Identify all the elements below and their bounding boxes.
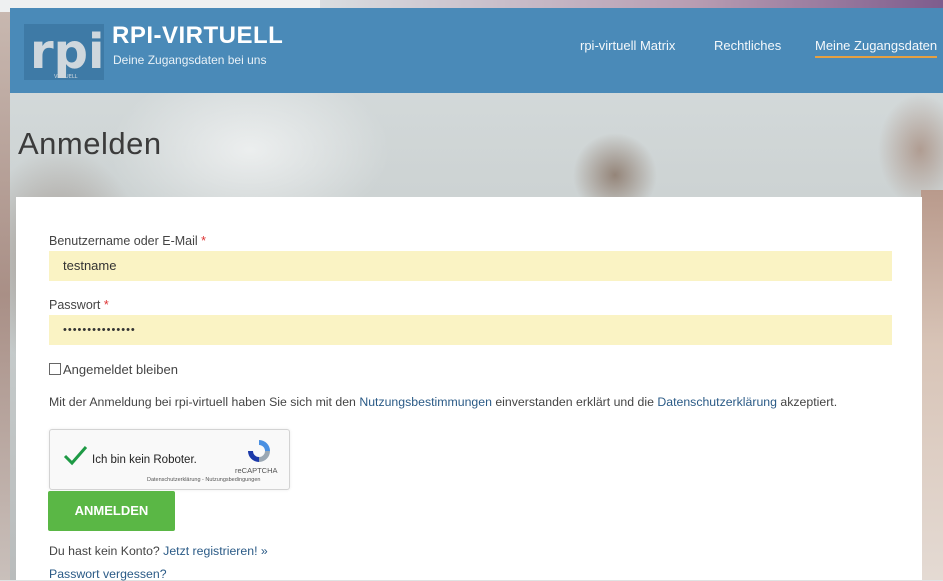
captcha-links[interactable]: Datenschutzerklärung - Nutzungsbedingung… [147, 477, 260, 483]
consent-text: Mit der Anmeldung bei rpi-virtuell haben… [49, 395, 837, 409]
required-mark: * [201, 234, 207, 248]
forgot-row: Passwort vergessen? [49, 567, 167, 581]
page-title: Anmelden [18, 126, 162, 161]
register-row: Du hast kein Konto? Jetzt registrieren! … [49, 544, 268, 558]
consent-middle: einverstanden erklärt und die [491, 395, 658, 409]
background-edge-right [921, 190, 943, 580]
username-label-text: Benutzername oder E-Mail [49, 234, 198, 248]
consent-suffix: akzeptiert. [776, 395, 838, 409]
register-link[interactable]: Jetzt registrieren! » [163, 544, 268, 558]
password-input[interactable]: ••••••••••••••• [49, 315, 892, 345]
login-form: Benutzername oder E-Mail * testname Pass… [16, 197, 922, 581]
remember-me[interactable]: Angemeldet bleiben [49, 362, 178, 377]
nav-item-meine-zugangsdaten[interactable]: Meine Zugangsdaten [815, 38, 938, 58]
captcha-label: Ich bin kein Roboter. [92, 454, 197, 466]
forgot-password-link[interactable]: Passwort vergessen? [49, 567, 167, 581]
recaptcha-logo-icon [248, 440, 270, 462]
nav-item-matrix[interactable]: rpi-virtuell Matrix [580, 38, 675, 53]
check-icon[interactable] [62, 442, 88, 468]
login-button[interactable]: ANMELDEN [48, 491, 175, 531]
window-edge-gradient [320, 0, 943, 8]
nav-item-rechtliches[interactable]: Rechtliches [714, 38, 781, 53]
password-label: Passwort * [49, 298, 109, 312]
username-input[interactable]: testname [49, 251, 892, 281]
logo-small-text: VIRTUELL [54, 74, 78, 80]
background-edge-left [0, 10, 10, 580]
remember-label: Angemeldet bleiben [63, 362, 178, 377]
terms-link[interactable]: Nutzungsbestimmungen [359, 395, 492, 409]
register-prefix: Du hast kein Konto? [49, 544, 164, 558]
privacy-link[interactable]: Datenschutzerklärung [657, 395, 777, 409]
captcha-brand: reCAPTCHA [235, 466, 278, 475]
consent-prefix: Mit der Anmeldung bei rpi-virtuell haben… [49, 395, 360, 409]
password-label-text: Passwort [49, 298, 101, 312]
remember-checkbox[interactable] [49, 363, 61, 375]
main-nav: rpi-virtuell Matrix Rechtliches Meine Zu… [10, 38, 943, 68]
recaptcha-widget[interactable]: Ich bin kein Roboter. reCAPTCHA Datensch… [49, 429, 290, 490]
site-header: rpi VIRTUELL RPI-VIRTUELL Deine Zugangsd… [10, 8, 943, 93]
username-label: Benutzername oder E-Mail * [49, 234, 206, 248]
required-mark: * [103, 298, 109, 312]
